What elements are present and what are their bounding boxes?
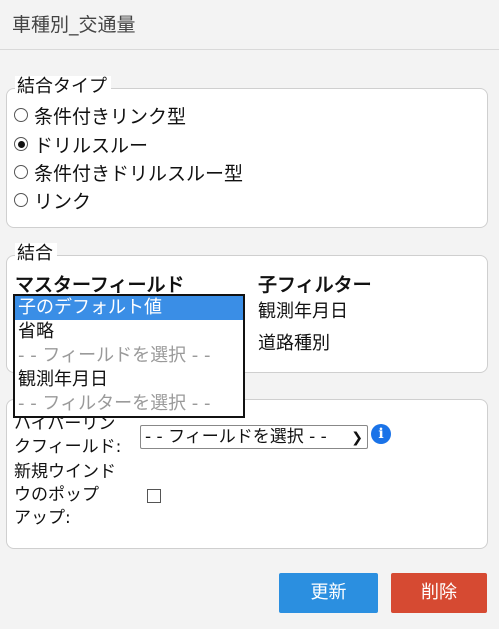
- radio-icon: [14, 108, 28, 122]
- dropdown-option-observation-date[interactable]: 観測年月日: [15, 368, 243, 392]
- radio-icon: [14, 193, 28, 207]
- join-type-legend: 結合タイプ: [15, 76, 111, 98]
- child-filter-header: 子フィルター: [258, 274, 372, 296]
- child-filter-observation-date: 観測年月日: [258, 301, 348, 322]
- delete-button[interactable]: 削除: [391, 573, 487, 613]
- join-legend: 結合: [15, 243, 57, 265]
- master-field-header: マスターフィールド: [15, 274, 185, 296]
- radio-selected-icon: [14, 137, 28, 151]
- hyperlink-select-value: - - フィールドを選択 - -: [145, 427, 327, 447]
- chevron-down-icon: ❯: [351, 430, 363, 446]
- hyperlink-field-label: ハイパーリン クフィールド:: [14, 414, 122, 457]
- dropdown-option-select-field[interactable]: - - フィールドを選択 - -: [15, 344, 243, 368]
- new-window-popup-label: 新規ウインド ウのポップ アップ:: [14, 462, 116, 528]
- dialog-title: 車種別_交通量: [0, 0, 499, 50]
- radio-label: リンク: [34, 190, 92, 213]
- hyperlink-field-select[interactable]: - - フィールドを選択 - - ❯: [140, 425, 368, 449]
- radio-label: 条件付きドリルスルー型: [34, 162, 244, 185]
- update-button[interactable]: 更新: [279, 573, 378, 613]
- child-filter-road-type: 道路種別: [258, 333, 330, 354]
- radio-conditional-link[interactable]: 条件付きリンク型: [14, 101, 186, 129]
- info-icon[interactable]: i: [371, 424, 391, 444]
- dropdown-option-omit[interactable]: 省略: [15, 320, 243, 344]
- dropdown-option-child-default[interactable]: 子のデフォルト値: [15, 296, 243, 320]
- master-field-dropdown-list[interactable]: 子のデフォルト値 省略 - - フィールドを選択 - - 観測年月日 - - フ…: [13, 294, 245, 418]
- radio-label: ドリルスルー: [34, 134, 149, 157]
- radio-link[interactable]: リンク: [14, 186, 91, 214]
- new-window-popup-checkbox[interactable]: [147, 489, 161, 503]
- radio-label: 条件付きリンク型: [34, 105, 187, 128]
- dropdown-option-select-filter[interactable]: - - フィルターを選択 - -: [15, 392, 243, 416]
- radio-conditional-drill-through[interactable]: 条件付きドリルスルー型: [14, 158, 243, 186]
- radio-drill-through[interactable]: ドリルスルー: [14, 130, 148, 158]
- radio-icon: [14, 165, 28, 179]
